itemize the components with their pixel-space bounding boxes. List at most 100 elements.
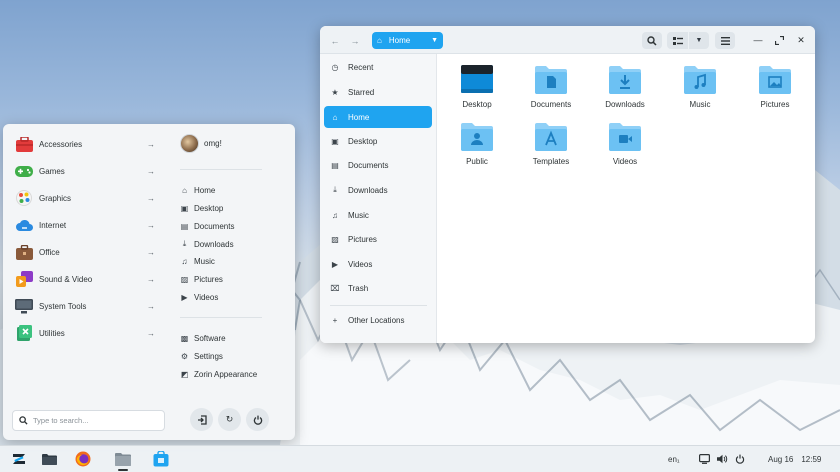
sidebar-item-music[interactable]: ♫ Music: [324, 204, 432, 226]
utilities-icon: [15, 324, 33, 342]
category-label: Internet: [39, 220, 67, 230]
taskbar-firefox-button[interactable]: [72, 449, 94, 469]
sidebar-item-desktop[interactable]: ▣ Desktop: [324, 130, 432, 152]
forward-button[interactable]: →: [347, 32, 363, 49]
home-icon: ⌂: [332, 112, 338, 122]
templates-folder-icon: [535, 123, 567, 151]
list-view-icon: [672, 36, 683, 45]
pictures-folder-icon: [759, 66, 791, 94]
taskbar-file-manager-window[interactable]: [112, 449, 134, 471]
back-button[interactable]: ←: [327, 32, 343, 49]
documents-folder-icon: [535, 66, 567, 94]
category-internet[interactable]: Internet →: [15, 215, 155, 235]
place-desktop[interactable]: ▣ Desktop: [180, 201, 224, 215]
power-button[interactable]: [246, 408, 269, 431]
place-music[interactable]: ♫ Music: [180, 254, 215, 268]
file-label: Music: [689, 100, 711, 109]
sidebar-item-label: Downloads: [348, 185, 388, 195]
user-account[interactable]: omg!: [180, 134, 222, 153]
clock[interactable]: Aug 16 12:59: [768, 452, 821, 466]
path-button-home[interactable]: ⌂ Home ▼: [372, 32, 443, 49]
menu-item-zorin-appearance[interactable]: ◩ Zorin Appearance: [180, 367, 257, 381]
category-office[interactable]: Office →: [15, 242, 155, 262]
search-button[interactable]: [642, 32, 662, 49]
folder-videos[interactable]: Videos: [590, 120, 660, 170]
file-label: Downloads: [605, 100, 645, 109]
plus-icon: +: [332, 315, 338, 325]
category-graphics[interactable]: Graphics →: [15, 188, 155, 208]
maximize-button[interactable]: [772, 33, 786, 47]
minimize-button[interactable]: —: [751, 33, 765, 47]
files-icon: [41, 454, 57, 465]
category-games[interactable]: Games →: [15, 161, 155, 181]
place-documents[interactable]: ▤ Documents: [180, 219, 235, 233]
sidebar-item-downloads[interactable]: ⤓ Downloads: [324, 179, 432, 201]
sidebar-item-videos[interactable]: ▶ Videos: [324, 253, 432, 275]
sidebar-item-recent[interactable]: ◷ Recent: [324, 56, 432, 78]
menu-search[interactable]: [12, 410, 165, 431]
view-mode-button[interactable]: [667, 32, 688, 49]
desktop-folder-icon: [461, 65, 493, 93]
home-icon: ⌂: [182, 185, 187, 195]
place-videos[interactable]: ▶ Videos: [180, 290, 218, 304]
zorin-menu-button[interactable]: [8, 449, 30, 469]
sidebar-item-label: Desktop: [348, 136, 378, 146]
menu-button[interactable]: [715, 32, 735, 49]
taskbar-software-button[interactable]: [150, 449, 172, 469]
place-home[interactable]: ⌂ Home: [180, 183, 215, 197]
desktop-icon: ▣: [180, 203, 189, 213]
video-icon: ▶: [331, 259, 339, 269]
place-pictures[interactable]: ▨ Pictures: [180, 272, 223, 286]
sidebar-item-documents[interactable]: ▤ Documents: [324, 154, 432, 176]
file-label: Documents: [530, 100, 572, 109]
keyboard-layout-indicator[interactable]: en₁: [668, 452, 680, 466]
taskbar-files-button[interactable]: [38, 449, 60, 469]
category-label: Graphics: [39, 193, 72, 203]
menu-item-label: Software: [194, 333, 226, 343]
music-icon: ♫: [332, 210, 338, 220]
logout-button[interactable]: [190, 408, 213, 431]
file-label: Templates: [532, 157, 570, 166]
downloads-folder-icon: [609, 66, 641, 94]
view-options-button[interactable]: ▼: [689, 32, 709, 49]
folder-templates[interactable]: Templates: [516, 120, 586, 170]
category-sound-video[interactable]: Sound & Video →: [15, 269, 155, 289]
restart-button[interactable]: ↻: [218, 408, 241, 431]
category-label: Office: [39, 247, 60, 257]
category-system-tools[interactable]: System Tools →: [15, 296, 155, 316]
close-button[interactable]: ✕: [794, 33, 808, 47]
screen-indicator[interactable]: [699, 452, 710, 466]
category-utilities[interactable]: Utilities →: [15, 323, 155, 343]
menu-item-label: Settings: [194, 351, 223, 361]
software-store-icon: [153, 451, 169, 467]
sidebar-item-pictures[interactable]: ▨ Pictures: [324, 228, 432, 250]
zorin-logo-icon: [13, 454, 25, 464]
folder-music[interactable]: Music: [665, 63, 735, 113]
sidebar-item-starred[interactable]: ★ Starred: [324, 81, 432, 103]
headerbar: ← → ⌂ Home ▼ ▼ — ✕: [320, 26, 815, 54]
place-downloads[interactable]: ⤓ Downloads: [180, 237, 234, 251]
folder-desktop[interactable]: Desktop: [442, 63, 512, 113]
arrow-right-icon: →: [147, 328, 155, 338]
sidebar-item-trash[interactable]: ⌧ Trash: [324, 277, 432, 299]
close-icon: ✕: [797, 34, 805, 45]
public-folder-icon: [461, 123, 493, 151]
taskbar: en₁ Aug 16 12:59: [0, 445, 840, 472]
search-input[interactable]: [33, 416, 153, 425]
power-menu-indicator[interactable]: [735, 452, 745, 466]
accessories-icon: [15, 135, 33, 153]
sidebar-item-other-locations[interactable]: + Other Locations: [324, 309, 432, 331]
sidebar-item-label: Pictures: [348, 234, 377, 244]
folder-documents[interactable]: Documents: [516, 63, 586, 113]
folder-downloads[interactable]: Downloads: [590, 63, 660, 113]
sidebar-item-home[interactable]: ⌂ Home: [324, 106, 432, 128]
arrow-right-icon: →: [350, 35, 360, 46]
menu-item-settings[interactable]: ⚙ Settings: [180, 349, 223, 363]
folder-public[interactable]: Public: [442, 120, 512, 170]
folder-pictures[interactable]: Pictures: [740, 63, 810, 113]
appearance-icon: ◩: [180, 369, 189, 379]
volume-indicator[interactable]: [717, 452, 728, 466]
category-accessories[interactable]: Accessories →: [15, 134, 155, 154]
power-icon: [735, 454, 745, 464]
menu-item-software[interactable]: ▩ Software: [180, 331, 226, 345]
